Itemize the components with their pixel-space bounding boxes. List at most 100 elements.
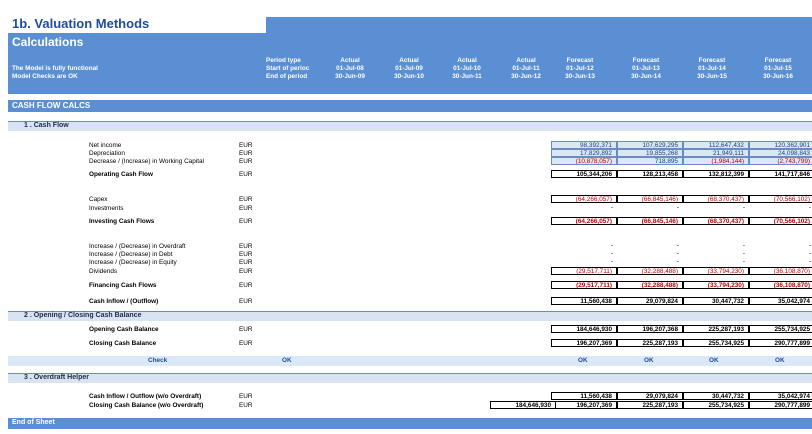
- check-label: Check: [148, 357, 168, 364]
- cell-inout_wo-1[interactable]: 11,560,438: [551, 392, 617, 400]
- period-type-label: Period type: [266, 57, 301, 64]
- row-label-closing: Closing Cash Balance: [89, 340, 157, 347]
- cell-closing_wo-2[interactable]: 225,287,193: [617, 401, 683, 409]
- cell-fcf-1[interactable]: (29,517,711): [551, 281, 617, 289]
- row-unit: EUR: [239, 402, 253, 409]
- row-label-debt: Increase / (Decrease) in Debt: [89, 251, 173, 258]
- row-label-depreciation: Depreciation: [89, 150, 125, 157]
- col-5-type: Forecast: [566, 57, 594, 64]
- cell-depreciation-4[interactable]: 24,098,843: [749, 149, 812, 157]
- cell-capex-4[interactable]: (70,566,102): [749, 195, 812, 203]
- cell-wc-2[interactable]: 718,895: [617, 157, 683, 165]
- cell-icf-3[interactable]: (68,370,437): [683, 217, 749, 225]
- cell-equity-3[interactable]: -: [683, 258, 749, 266]
- col-3-type: Actual: [457, 57, 477, 64]
- cell-inout-4[interactable]: 35,042,974: [749, 297, 812, 305]
- cell-investments-3[interactable]: -: [683, 204, 749, 212]
- cell-equity-1[interactable]: -: [551, 258, 617, 266]
- cell-debt-4[interactable]: -: [749, 250, 812, 258]
- cell-ocf-4[interactable]: 141,717,846: [749, 170, 812, 178]
- cell-wc-3[interactable]: (1,984,144): [683, 157, 749, 165]
- cell-closing_wo-3[interactable]: 255,734,925: [683, 401, 749, 409]
- cell-closing_wo-1[interactable]: 196,207,369: [551, 401, 617, 409]
- cell-wc-1[interactable]: (10,878,057): [551, 157, 617, 165]
- cell-depreciation-2[interactable]: 19,855,268: [617, 149, 683, 157]
- row-label-wc: Decrease / (Increase) in Working Capital: [89, 158, 204, 165]
- col-8-end: 30-Jun-16: [763, 73, 793, 80]
- row-unit: EUR: [239, 171, 253, 178]
- cell-investments-1[interactable]: -: [551, 204, 617, 212]
- cell-capex-2[interactable]: (66,845,146): [617, 195, 683, 203]
- cell-closing-1[interactable]: 196,207,369: [551, 339, 617, 347]
- cell-wc-4[interactable]: (2,743,799): [749, 157, 812, 165]
- cell-icf-1[interactable]: (64,266,057): [551, 217, 617, 225]
- cell-ocf-2[interactable]: 128,213,458: [617, 170, 683, 178]
- cell-opening-1[interactable]: 184,646,930: [551, 325, 617, 333]
- cell-closing-4[interactable]: 290,777,899: [749, 339, 812, 347]
- cell-net_income-1[interactable]: 98,392,371: [551, 141, 617, 149]
- cell-investments-4[interactable]: -: [749, 204, 812, 212]
- cell-fcf-2[interactable]: (32,288,488): [617, 281, 683, 289]
- col-3-start: 01-Jul-10: [453, 65, 481, 72]
- col-1-start: 01-Jul-08: [336, 65, 364, 72]
- cell-closing_wo-4[interactable]: 290,777,899: [749, 401, 812, 409]
- col-2-end: 30-Jun-10: [394, 73, 424, 80]
- cell-inout_wo-2[interactable]: 29,079,824: [617, 392, 683, 400]
- col-8-type: Forecast: [764, 57, 792, 64]
- cell-closing_wo-actual[interactable]: 184,646,930: [490, 401, 556, 409]
- cell-investments-2[interactable]: -: [617, 204, 683, 212]
- cell-equity-2[interactable]: -: [617, 258, 683, 266]
- cell-overdraft-1[interactable]: -: [551, 242, 617, 250]
- cell-net_income-3[interactable]: 112,647,432: [683, 141, 749, 149]
- row-unit: EUR: [239, 142, 253, 149]
- cell-inout-3[interactable]: 30,447,732: [683, 297, 749, 305]
- col-6-start: 01-Jul-13: [632, 65, 660, 72]
- cell-capex-3[interactable]: (68,370,437): [683, 195, 749, 203]
- col-8-start: 01-Jul-15: [764, 65, 792, 72]
- col-7-start: 01-Jul-14: [698, 65, 726, 72]
- cell-opening-3[interactable]: 225,287,193: [683, 325, 749, 333]
- cell-depreciation-3[interactable]: 21,949,111: [683, 149, 749, 157]
- cell-net_income-4[interactable]: 120,362,901: [749, 141, 812, 149]
- row-label-opening: Opening Cash Balance: [89, 326, 159, 333]
- cell-debt-2[interactable]: -: [617, 250, 683, 258]
- cell-icf-4[interactable]: (70,566,102): [749, 217, 812, 225]
- cell-inout-1[interactable]: 11,560,438: [551, 297, 617, 305]
- check-ok-col7: OK: [709, 357, 719, 364]
- cell-debt-3[interactable]: -: [683, 250, 749, 258]
- cell-ocf-3[interactable]: 132,812,399: [683, 170, 749, 178]
- row-unit: EUR: [239, 326, 253, 333]
- cell-dividends-2[interactable]: (32,288,488): [617, 267, 683, 275]
- check-ok-summary: OK: [282, 357, 292, 364]
- cell-overdraft-3[interactable]: -: [683, 242, 749, 250]
- check-row: [8, 356, 812, 366]
- cell-inout_wo-4[interactable]: 35,042,974: [749, 392, 812, 400]
- cell-icf-2[interactable]: (66,845,146): [617, 217, 683, 225]
- cell-closing-3[interactable]: 255,734,925: [683, 339, 749, 347]
- cell-capex-1[interactable]: (64,266,057): [551, 195, 617, 203]
- cell-inout-2[interactable]: 29,079,824: [617, 297, 683, 305]
- col-2-start: 01-Jul-09: [395, 65, 423, 72]
- cell-overdraft-2[interactable]: -: [617, 242, 683, 250]
- cell-inout_wo-3[interactable]: 30,447,732: [683, 392, 749, 400]
- cell-dividends-3[interactable]: (33,794,230): [683, 267, 749, 275]
- row-unit: EUR: [239, 218, 253, 225]
- cell-overdraft-4[interactable]: -: [749, 242, 812, 250]
- cell-ocf-1[interactable]: 105,344,206: [551, 170, 617, 178]
- cell-dividends-4[interactable]: (36,108,870): [749, 267, 812, 275]
- cell-net_income-2[interactable]: 107,629,295: [617, 141, 683, 149]
- cell-fcf-3[interactable]: (33,794,230): [683, 281, 749, 289]
- col-5-end: 30-Jun-13: [565, 73, 595, 80]
- row-label-equity: Increase / (Decrease) in Equity: [89, 259, 177, 266]
- sheet-title: 1b. Valuation Methods: [12, 16, 150, 31]
- cell-dividends-1[interactable]: (29,517,711): [551, 267, 617, 275]
- cell-debt-1[interactable]: -: [551, 250, 617, 258]
- cell-closing-2[interactable]: 225,287,193: [617, 339, 683, 347]
- cell-depreciation-1[interactable]: 17,829,892: [551, 149, 617, 157]
- cell-opening-4[interactable]: 255,734,925: [749, 325, 812, 333]
- col-6-end: 30-Jun-14: [631, 73, 661, 80]
- cell-opening-2[interactable]: 196,207,368: [617, 325, 683, 333]
- cell-equity-4[interactable]: -: [749, 258, 812, 266]
- cell-fcf-4[interactable]: (36,108,870): [749, 281, 812, 289]
- row-label-closing_wo: Closing Cash Balance (w/o Overdraft): [89, 402, 204, 409]
